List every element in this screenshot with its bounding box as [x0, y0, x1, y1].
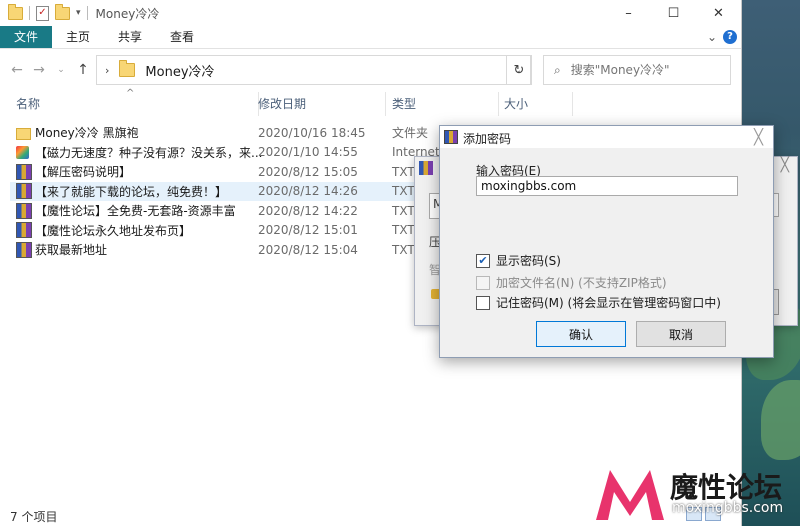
- back-button[interactable]: ←: [6, 62, 28, 78]
- address-path: Money冷冷: [145, 64, 215, 80]
- window-title: Money冷冷: [95, 6, 160, 21]
- chevron-right-icon: ›: [105, 63, 110, 77]
- folder-icon: [16, 127, 31, 140]
- up-button[interactable]: ↑: [72, 62, 94, 78]
- close-icon[interactable]: ╳: [754, 128, 763, 146]
- encrypt-filenames-checkbox[interactable]: 加密文件名(N) (不支持ZIP格式): [476, 274, 667, 291]
- file-date: 2020/8/12 14:22: [258, 203, 358, 218]
- archive-icon: [16, 183, 32, 200]
- tab-view[interactable]: 查看: [156, 26, 208, 48]
- show-password-checkbox[interactable]: ✔ 显示密码(S): [476, 252, 561, 269]
- dialog-title-bar: 添加密码 ╳: [440, 126, 773, 148]
- ok-button[interactable]: 确认: [536, 321, 626, 347]
- file-name: 【来了就能下载的论坛，纯免费！】: [35, 184, 228, 199]
- search-icon: ⌕: [554, 62, 561, 77]
- cancel-button[interactable]: 取消: [636, 321, 726, 347]
- url-shortcut-icon: [16, 145, 29, 159]
- checkbox-label: 显示密码(S): [496, 254, 561, 268]
- expand-ribbon-icon[interactable]: ⌄: [707, 30, 717, 44]
- column-type[interactable]: 类型: [386, 92, 499, 116]
- ribbon-right: ⌄ ?: [707, 30, 737, 44]
- file-name: 【魔性论坛】全免费-无套路-资源丰富: [35, 204, 236, 219]
- archive-icon: [16, 202, 32, 219]
- file-name: 【魔性论坛永久地址发布页】: [35, 223, 192, 238]
- title-bar: ✓ ▾ Money冷冷 – ☐ ✕: [0, 0, 741, 26]
- file-name: Money冷冷 黑旗袍: [35, 126, 139, 141]
- address-bar[interactable]: › Money冷冷 ⌄: [96, 55, 531, 85]
- navigation-bar: ← → ⌄ ↑ › Money冷冷 ⌄ ↻ ⌕: [0, 49, 741, 91]
- watermark-logo-icon: [596, 470, 664, 520]
- refresh-icon: ↻: [513, 62, 525, 78]
- add-password-dialog: 添加密码 ╳ 输入密码(E) ✔ 显示密码(S) 加密文件名(N) (不支持ZI…: [439, 125, 774, 358]
- file-date: 2020/1/10 14:55: [258, 145, 358, 160]
- tab-home[interactable]: 主页: [52, 26, 104, 48]
- column-name[interactable]: 名称: [10, 92, 259, 116]
- column-size[interactable]: 大小: [498, 92, 573, 116]
- checkbox-icon: [476, 295, 490, 310]
- file-type: TXT: [392, 242, 415, 257]
- file-date: 2020/8/12 15:05: [258, 164, 358, 179]
- column-headers: ^ 名称 修改日期 类型 大小: [0, 88, 741, 116]
- file-type: TXT: [392, 203, 415, 218]
- checkbox-checked-icon: ✔: [476, 253, 490, 268]
- file-name: 【解压密码说明】: [35, 165, 132, 180]
- close-button[interactable]: ✕: [696, 0, 741, 26]
- ribbon-tabs: 文件 主页 共享 查看 ⌄ ?: [0, 26, 741, 49]
- quick-access-toolbar: ✓ ▾: [0, 3, 88, 21]
- archive-icon: [419, 161, 433, 175]
- search-box[interactable]: ⌕: [543, 55, 731, 85]
- watermark-url: moxingbbs.com: [672, 500, 784, 516]
- file-type: 文件夹: [392, 126, 429, 141]
- recent-locations-button[interactable]: ⌄: [50, 65, 72, 75]
- archive-icon: [16, 241, 32, 258]
- checkbox-label: 加密文件名(N) (不支持ZIP格式): [496, 276, 667, 290]
- file-date: 2020/10/16 18:45: [258, 125, 366, 140]
- close-icon[interactable]: ╳: [781, 157, 789, 173]
- forward-button[interactable]: →: [28, 62, 50, 78]
- search-input[interactable]: [568, 62, 723, 78]
- file-date: 2020/8/12 15:04: [258, 242, 358, 257]
- divider: [86, 6, 88, 20]
- window-controls: – ☐ ✕: [606, 0, 741, 26]
- maximize-button[interactable]: ☐: [651, 0, 696, 26]
- customize-toolbar-icon[interactable]: ▾: [76, 8, 81, 18]
- password-field[interactable]: [476, 176, 738, 196]
- divider: [29, 6, 30, 20]
- file-type: TXT: [392, 223, 415, 238]
- minimize-button[interactable]: –: [606, 0, 651, 26]
- file-type: TXT: [392, 184, 415, 199]
- tab-file[interactable]: 文件: [0, 26, 53, 48]
- folder-icon: [119, 60, 136, 77]
- remember-password-checkbox[interactable]: 记住密码(M) (将会显示在管理密码窗口中): [476, 294, 721, 311]
- dialog-title: 添加密码: [463, 132, 512, 146]
- watermark: 魔性论坛 moxingbbs.com: [588, 462, 800, 526]
- file-name: 获取最新地址: [35, 243, 108, 258]
- refresh-button[interactable]: ↻: [506, 55, 532, 85]
- checkbox-label: 记住密码(M) (将会显示在管理密码窗口中): [496, 296, 721, 310]
- archive-icon: [16, 163, 32, 180]
- properties-icon[interactable]: ✓: [36, 5, 49, 21]
- new-folder-icon[interactable]: [55, 3, 70, 20]
- tab-share[interactable]: 共享: [104, 26, 156, 48]
- column-date-modified[interactable]: 修改日期: [252, 92, 386, 116]
- checkbox-icon: [476, 275, 490, 290]
- file-date: 2020/8/12 15:01: [258, 223, 358, 238]
- item-count: 7 个项目: [10, 510, 58, 524]
- folder-icon: [8, 3, 23, 20]
- archive-icon: [16, 222, 32, 239]
- file-type: TXT: [392, 164, 415, 179]
- file-date: 2020/8/12 14:26: [258, 184, 358, 199]
- file-name: 【磁力无速度？种子没有源？没关系，来...: [35, 145, 263, 160]
- archive-icon: [444, 130, 458, 144]
- desktop-leaf: [761, 380, 800, 460]
- help-icon[interactable]: ?: [723, 30, 737, 44]
